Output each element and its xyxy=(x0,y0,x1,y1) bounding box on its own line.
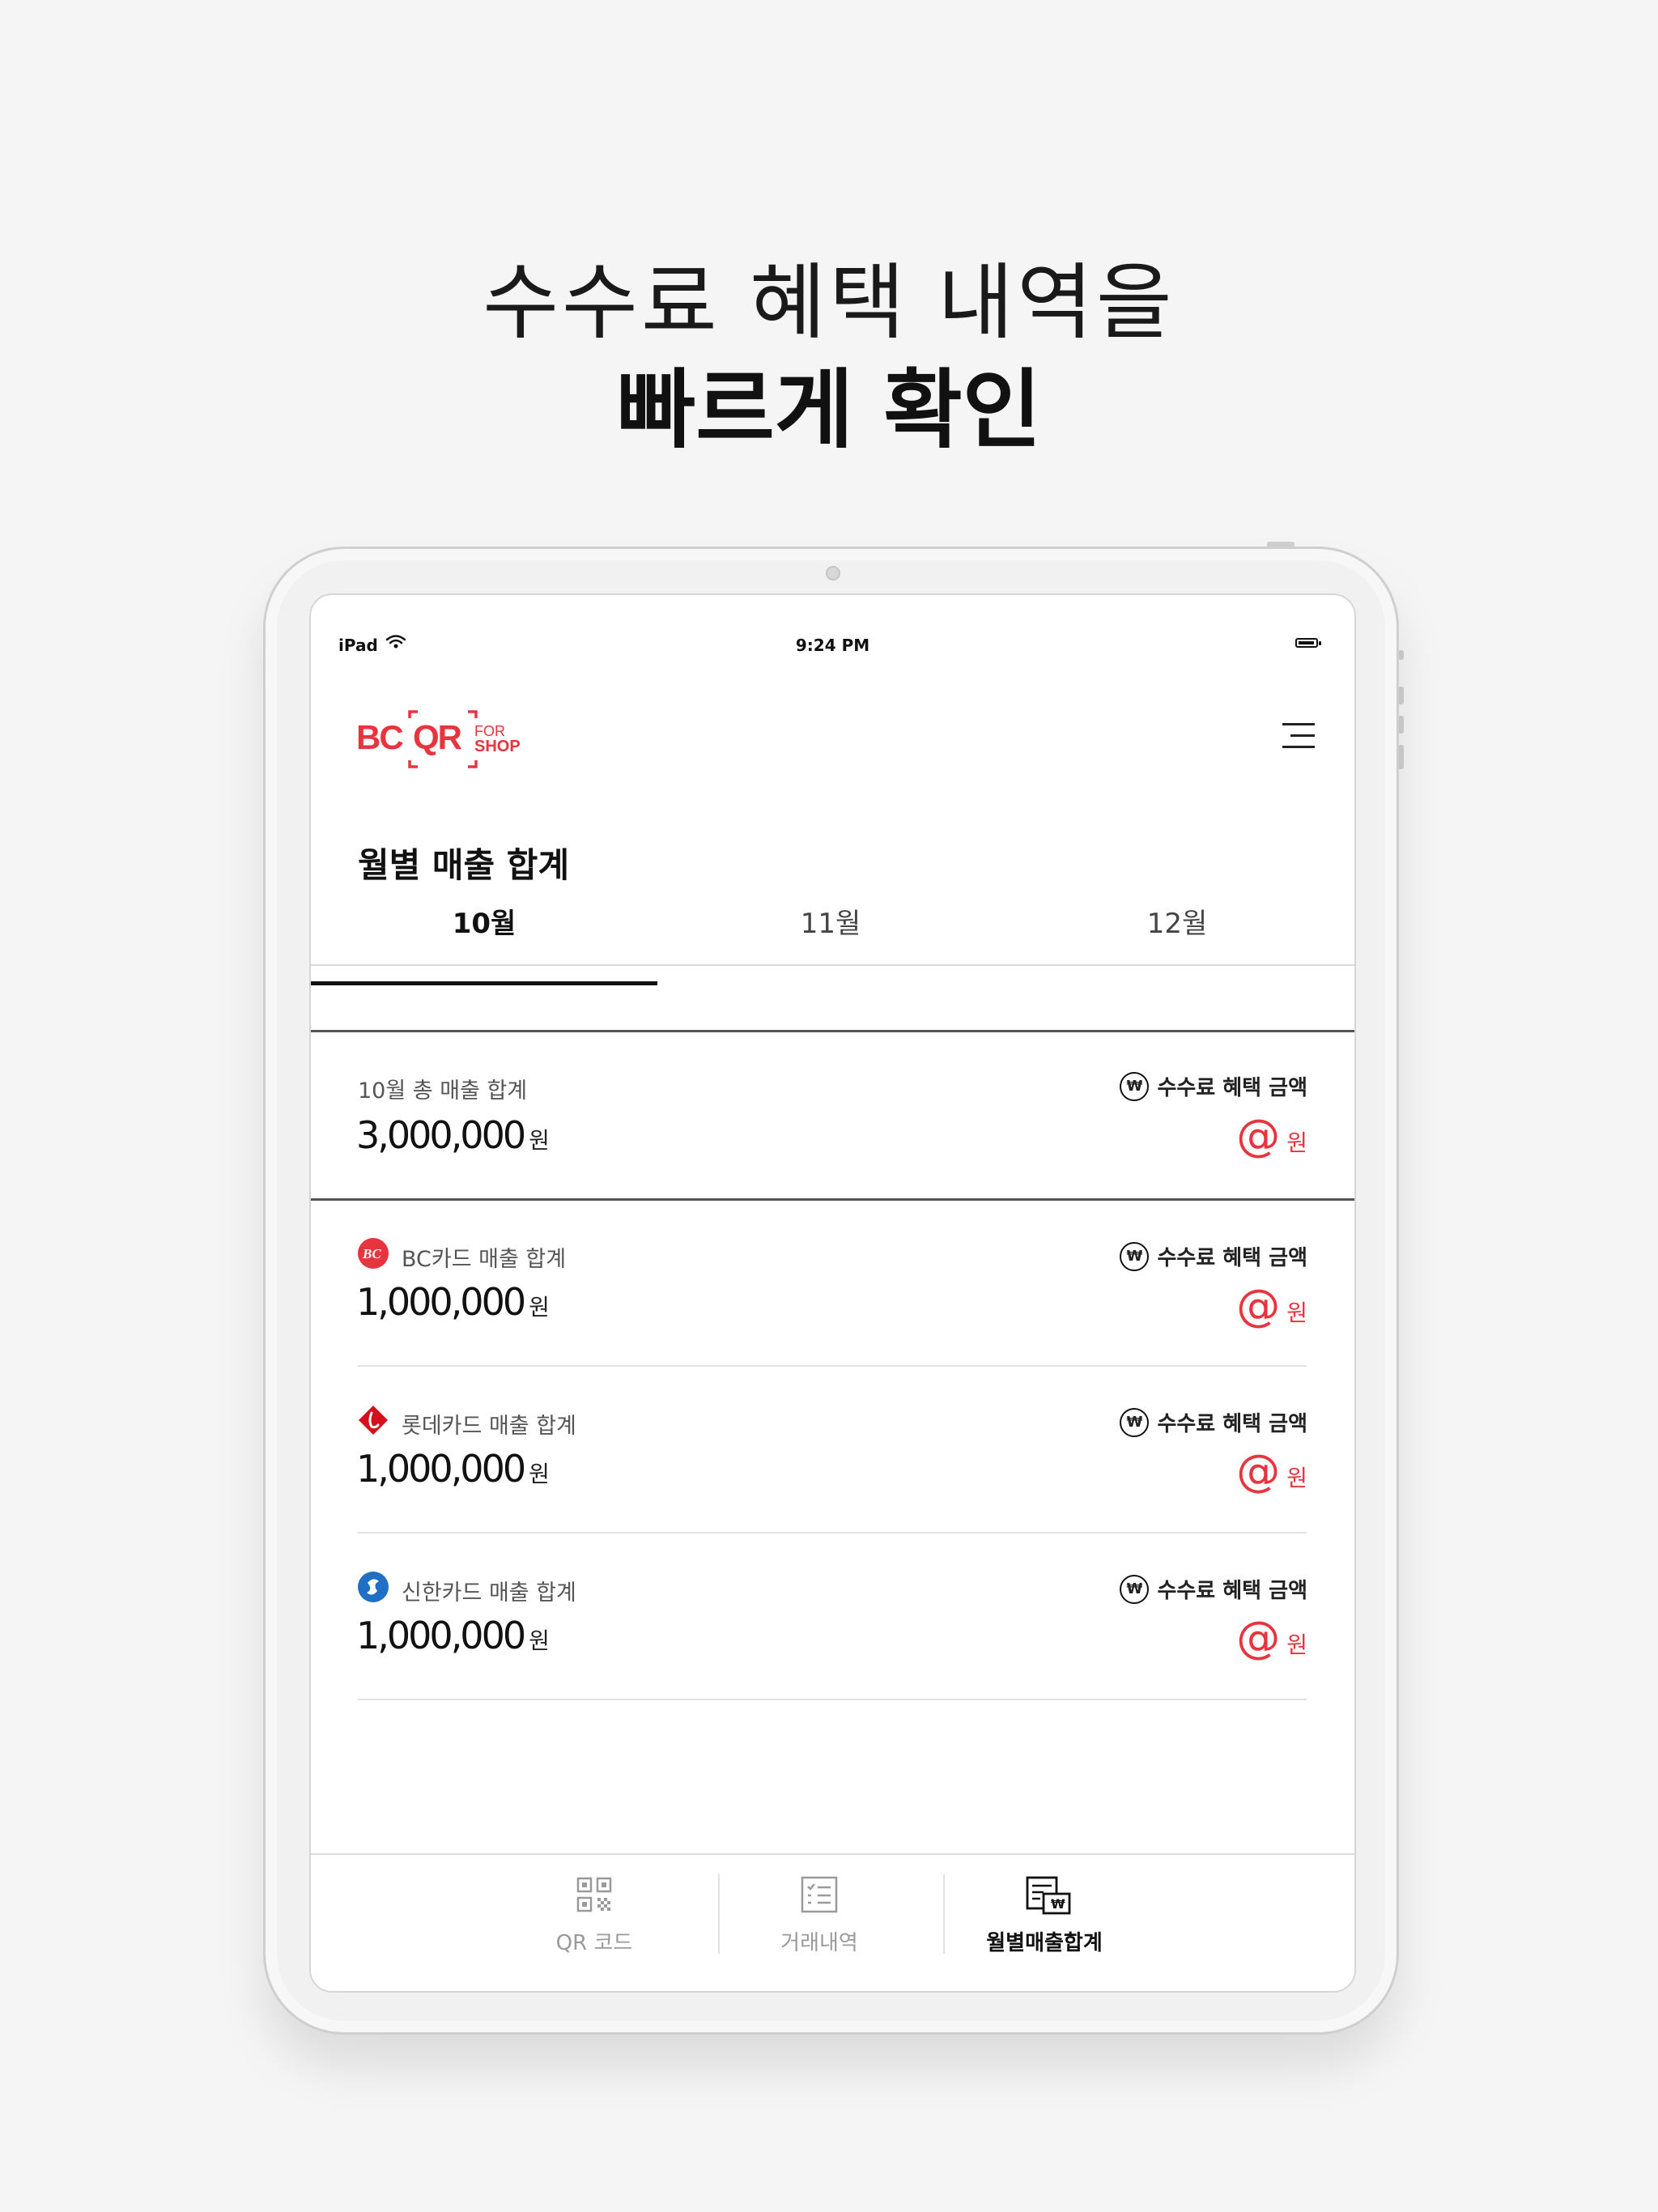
lotte-card-sales-label: 롯데카드 매출 합계 xyxy=(402,1414,576,1439)
battery-icon xyxy=(1295,638,1318,648)
fee-benefit-label: ₩ 수수료 혜택 금액 xyxy=(1120,1241,1307,1271)
fee-benefit-label: ₩ 수수료 혜택 금액 xyxy=(1120,1071,1307,1101)
device-side-button xyxy=(1398,716,1404,734)
total-sales-amount: 3,000,000 원 xyxy=(356,1113,550,1157)
nav-monthly-sales[interactable]: ₩ 월별매출합계 xyxy=(935,1855,1154,1960)
nav-transactions-label: 거래내역 xyxy=(780,1931,858,1955)
fee-benefit-value: @ 원 xyxy=(1236,1445,1307,1496)
row-divider xyxy=(358,1365,1307,1367)
nav-qr-code-label: QR 코드 xyxy=(555,1931,633,1955)
won-circle-icon: ₩ xyxy=(1120,1241,1150,1271)
fee-benefit-label: ₩ 수수료 혜택 금액 xyxy=(1120,1407,1307,1437)
menu-icon[interactable] xyxy=(1282,723,1315,749)
battery-tip xyxy=(1319,641,1321,645)
page-title: 월별 매출 합계 xyxy=(358,845,570,885)
qr-code-icon xyxy=(576,1877,612,1912)
fee-benefit-label: ₩ 수수료 혜택 금액 xyxy=(1120,1574,1307,1604)
device-side-button xyxy=(1398,745,1404,769)
transaction-list-icon xyxy=(801,1876,838,1913)
shinhan-card-sales-amount: 1,000,000 원 xyxy=(356,1614,550,1657)
total-sales-label: 10월 총 매출 합계 xyxy=(358,1078,528,1104)
tab-december[interactable]: 12월 xyxy=(1004,896,1350,964)
won-circle-icon: ₩ xyxy=(1120,1407,1150,1437)
logo-shop-text: SHOP xyxy=(474,738,521,755)
device-side-button xyxy=(1398,650,1404,660)
app-screen: iPad 9:24 PM BC QR FOR SHOP 월별 매출 합계 10월… xyxy=(309,593,1356,1993)
svg-text:₩: ₩ xyxy=(1051,1896,1065,1912)
shinhan-card-logo-icon xyxy=(358,1572,389,1602)
won-circle-icon: ₩ xyxy=(1120,1574,1150,1604)
fee-benefit-value: @ 원 xyxy=(1236,1110,1307,1161)
logo-bc-text: BC xyxy=(356,718,403,756)
won-circle-icon: ₩ xyxy=(1120,1071,1150,1101)
bc-card-sales-label: BC카드 매출 합계 xyxy=(402,1247,567,1272)
nav-transactions[interactable]: 거래내역 xyxy=(710,1855,929,1960)
promo-headline-line1: 수수료 혜택 내역을 xyxy=(483,255,1175,351)
section-divider xyxy=(311,1198,1354,1201)
fee-benefit-value: @ 원 xyxy=(1236,1612,1307,1663)
lotte-card-logo-icon xyxy=(359,1406,388,1435)
front-camera xyxy=(826,566,840,581)
bottom-navigation: QR 코드 거래내역 ₩ 월별매출합계 xyxy=(311,1853,1354,1991)
promo-headline-line2: 빠르게 확인 xyxy=(616,360,1042,460)
bc-card-logo-icon: BC xyxy=(358,1238,389,1269)
month-tabs: 10월 11월 12월 xyxy=(311,896,1354,966)
bc-card-sales-amount: 1,000,000 원 xyxy=(356,1280,550,1324)
shinhan-card-sales-label: 신한카드 매출 합계 xyxy=(402,1580,576,1606)
logo-qr-text: QR xyxy=(413,718,462,756)
svg-text:BC: BC xyxy=(362,1246,381,1261)
active-tab-indicator xyxy=(311,981,657,985)
tab-october[interactable]: 10월 xyxy=(311,896,657,964)
device-side-button xyxy=(1398,687,1404,704)
row-divider xyxy=(358,1699,1307,1700)
bc-qr-for-shop-logo: BC QR FOR SHOP xyxy=(356,710,521,768)
monthly-sales-icon: ₩ xyxy=(1026,1876,1071,1915)
fee-benefit-value: @ 원 xyxy=(1236,1280,1307,1331)
status-time: 9:24 PM xyxy=(795,636,870,655)
row-divider xyxy=(358,1532,1307,1534)
nav-qr-code[interactable]: QR 코드 xyxy=(485,1855,704,1960)
tab-november[interactable]: 11월 xyxy=(657,896,1004,964)
section-divider xyxy=(311,1030,1354,1032)
logo-for-text: FOR xyxy=(474,723,505,739)
lotte-card-sales-amount: 1,000,000 원 xyxy=(356,1447,550,1491)
nav-monthly-sales-label: 월별매출합계 xyxy=(986,1931,1103,1955)
